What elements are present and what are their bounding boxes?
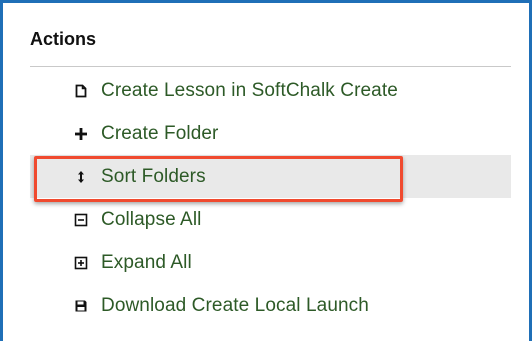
menu-item-label: Create Folder [101,122,219,144]
document-icon [74,84,88,98]
menu-item-create-folder[interactable]: Create Folder [30,112,511,155]
menu-item-label: Download Create Local Launch [101,294,369,316]
plus-icon [74,127,88,141]
actions-menu: Create Lesson in SoftChalk Create Create… [30,69,511,327]
menu-item-download-local-launch[interactable]: Download Create Local Launch [30,284,511,327]
panel-title: Actions [30,29,97,49]
menu-item-expand-all[interactable]: Expand All [30,241,511,284]
menu-item-create-lesson[interactable]: Create Lesson in SoftChalk Create [30,69,511,112]
menu-item-label: Expand All [101,251,192,273]
menu-item-label: Create Lesson in SoftChalk Create [101,79,398,101]
menu-item-collapse-all[interactable]: Collapse All [30,198,511,241]
collapse-icon [74,213,88,227]
save-icon [74,299,88,313]
expand-icon [74,256,88,270]
header-divider [30,66,511,67]
menu-item-sort-folders[interactable]: Sort Folders [30,155,511,198]
menu-item-label: Collapse All [101,208,202,230]
menu-item-label: Sort Folders [101,165,206,187]
sort-arrows-icon [74,170,88,184]
actions-panel: Actions Create Lesson in SoftChalk Creat… [0,0,532,341]
